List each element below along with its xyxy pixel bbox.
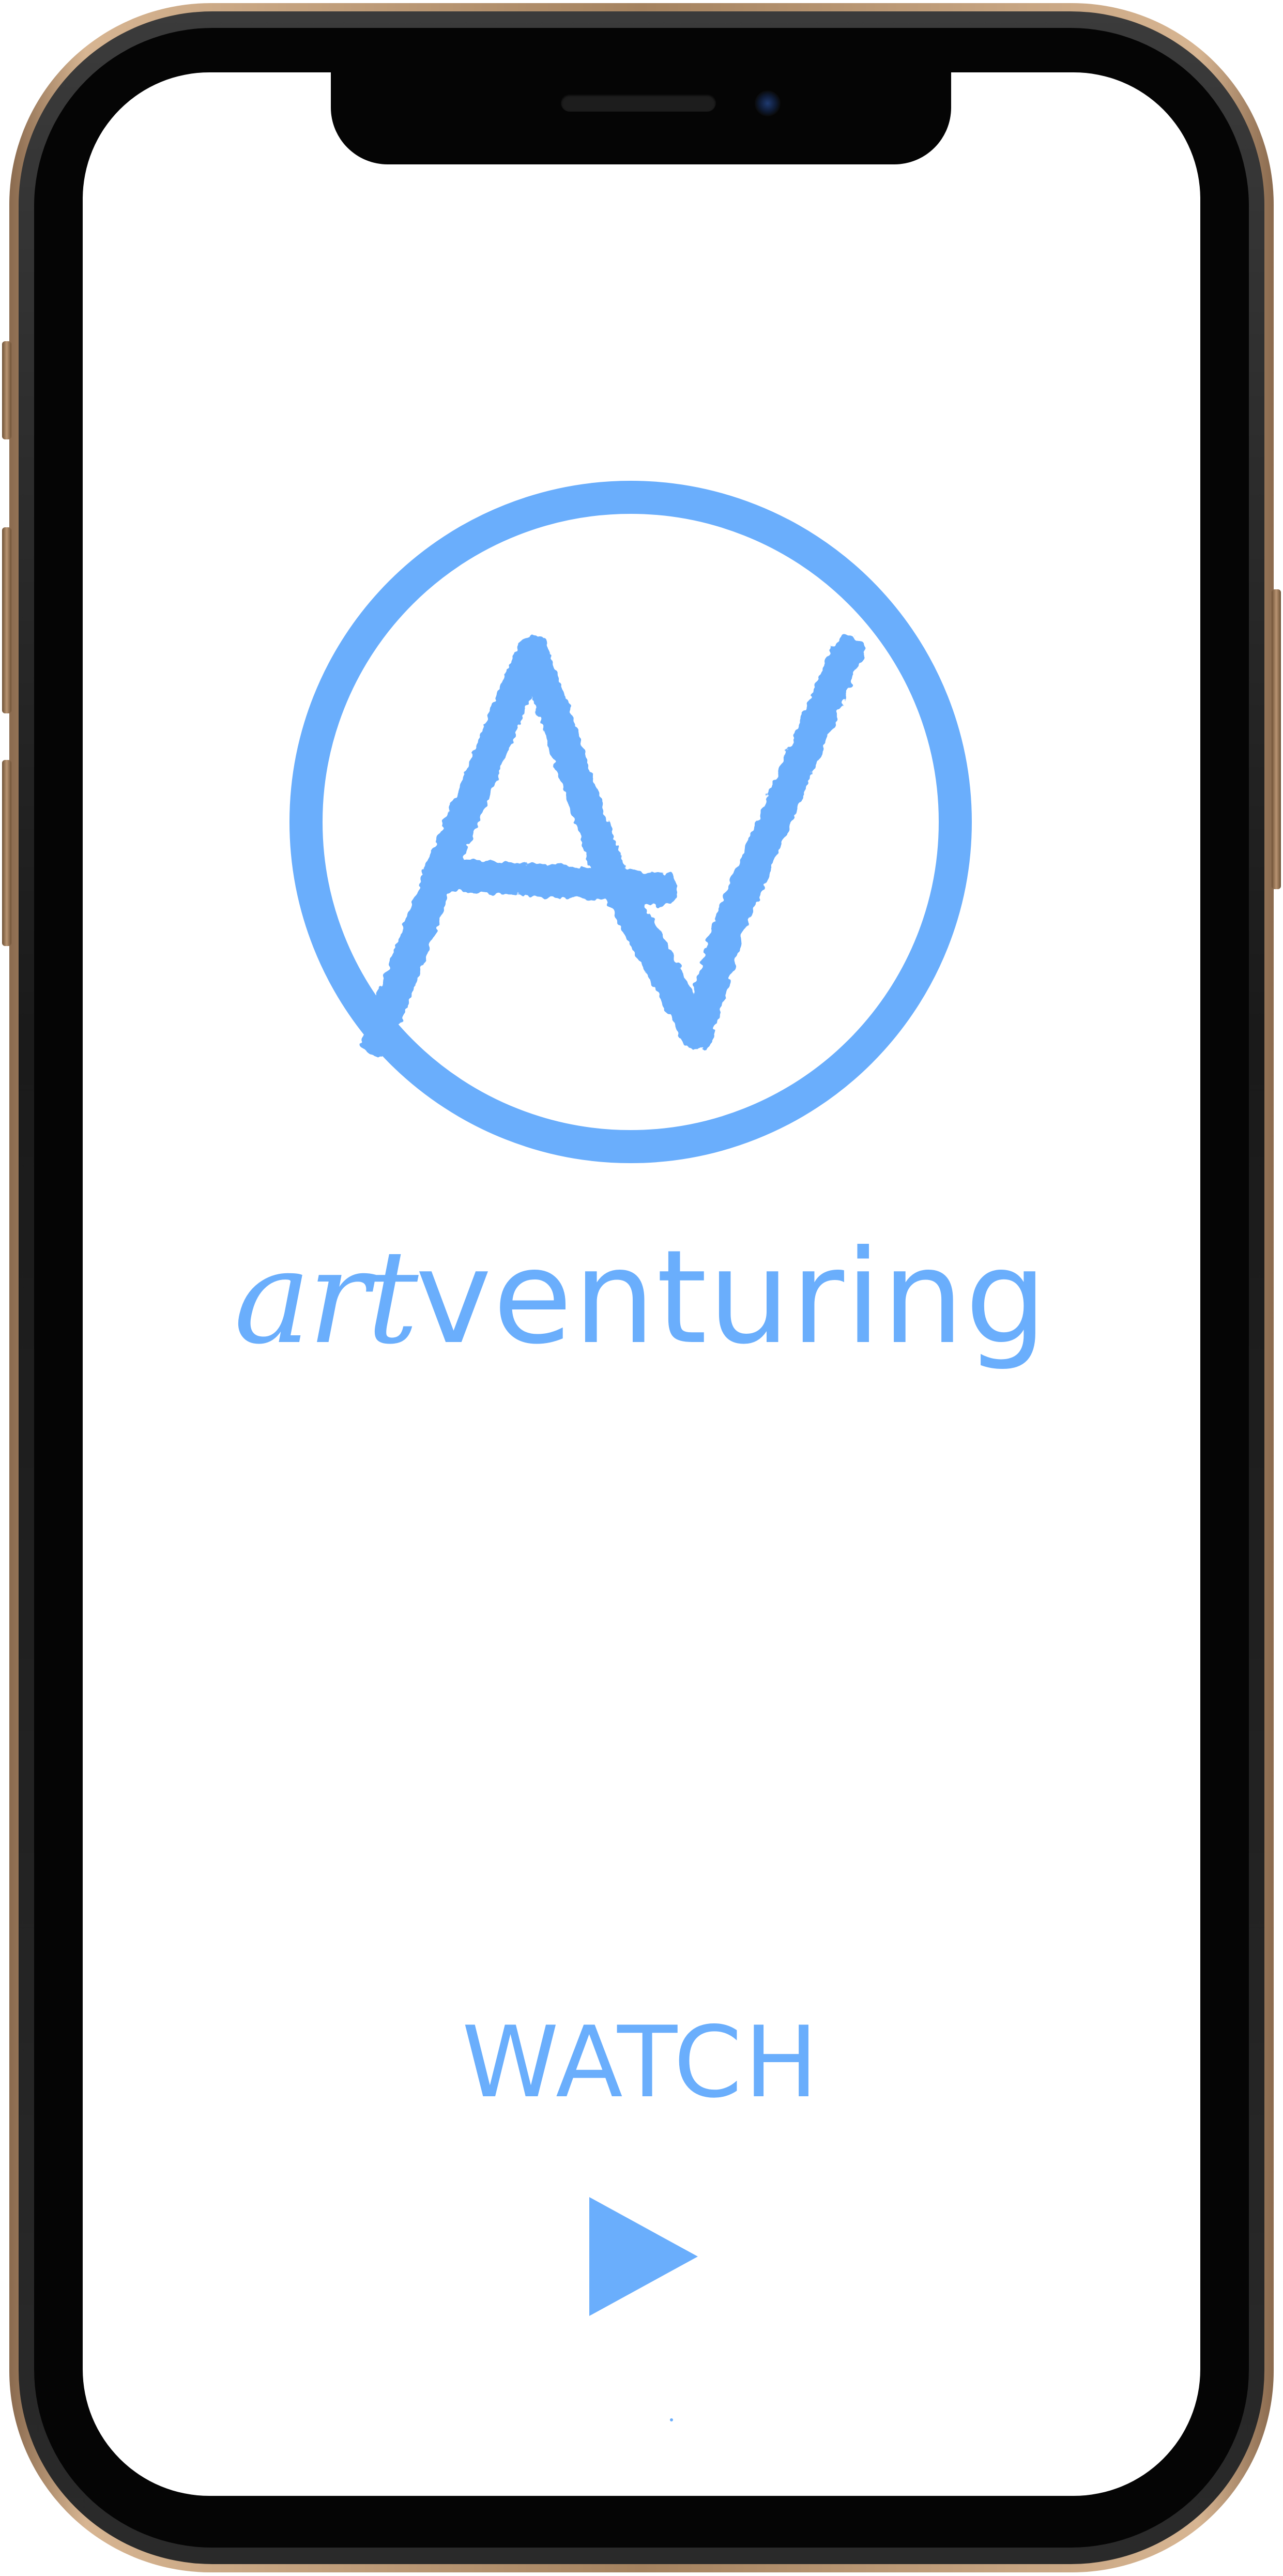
- volume-up-button: [2, 527, 11, 713]
- wordmark-sans-part: venturing: [415, 1222, 1048, 1373]
- artventuring-wordmark: artventuring: [155, 1189, 1127, 1406]
- device-mockup: artventuring WATCH: [0, 0, 1283, 2576]
- play-icon[interactable]: [589, 2197, 698, 2316]
- power-button: [1272, 589, 1281, 889]
- notch: [331, 66, 951, 164]
- volume-down-button: [2, 760, 11, 946]
- av-monogram-logo: [289, 481, 972, 1163]
- logo-ring: [289, 481, 972, 1163]
- mute-switch: [2, 341, 11, 439]
- av-monogram-letters: [361, 635, 864, 1055]
- dot-marker: [670, 2418, 673, 2421]
- front-camera-icon: [755, 90, 781, 116]
- wordmark-script-part: art: [234, 1222, 418, 1373]
- watch-label[interactable]: WATCH: [383, 2006, 899, 2120]
- earpiece-speaker: [561, 94, 716, 112]
